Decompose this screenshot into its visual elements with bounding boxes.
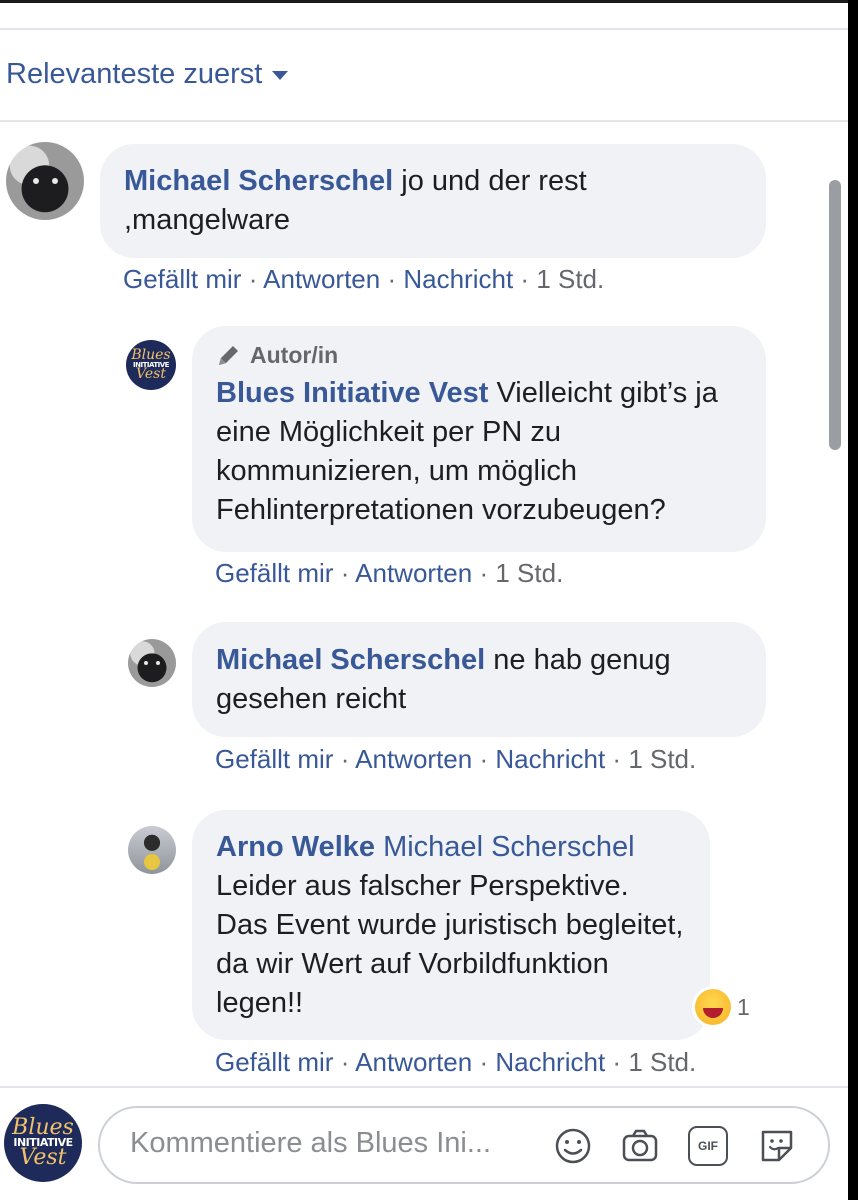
sort-label: Relevanteste zuerst — [6, 58, 263, 90]
like-link[interactable]: Gefällt mir — [123, 264, 241, 294]
comment-author[interactable]: Arno Welke — [216, 831, 375, 863]
sticker-icon[interactable] — [757, 1126, 797, 1166]
scrollbar[interactable] — [829, 180, 841, 450]
avatar[interactable]: Blues INITIATIVE Vest — [126, 340, 176, 390]
avatar[interactable] — [128, 826, 176, 874]
mention-link[interactable]: Michael Scherschel — [383, 831, 634, 863]
reply-link[interactable]: Antworten — [355, 1047, 472, 1077]
reply-link[interactable]: Antworten — [355, 558, 472, 588]
emoji-icon[interactable] — [553, 1126, 593, 1166]
author-badge: Autor/in — [216, 338, 742, 372]
comment-actions: Gefällt mir · Antworten · Nachricht · 1 … — [215, 744, 697, 774]
comment-actions: Gefällt mir · Antworten · Nachricht · 1 … — [123, 264, 605, 294]
screen-edge — [848, 0, 858, 1200]
reaction-summary[interactable]: 1 — [692, 986, 758, 1028]
comment-text: Leider aus falscher Perspektive. Das Eve… — [216, 870, 684, 1019]
comment-bubble: Michael Scherschel jo und der rest ,mang… — [100, 144, 766, 258]
message-link[interactable]: Nachricht — [495, 1047, 605, 1077]
comment-author[interactable]: Michael Scherschel — [216, 644, 485, 676]
comment-author[interactable]: Blues Initiative Vest — [216, 377, 488, 409]
message-link[interactable]: Nachricht — [495, 744, 605, 774]
sort-dropdown[interactable]: Relevanteste zuerst — [6, 58, 289, 91]
gif-icon[interactable]: GIF — [688, 1126, 728, 1166]
comment-bubble: Autor/in Blues Initiative Vest Vielleich… — [192, 326, 766, 552]
comments-screen: Relevanteste zuerst Michael Scherschel j… — [0, 0, 848, 1202]
top-strip — [0, 0, 848, 30]
divider — [0, 120, 848, 122]
comment-bubble: Arno Welke Michael Scherschel Leider aus… — [192, 810, 710, 1040]
reaction-count: 1 — [737, 993, 750, 1020]
haha-emoji-icon — [695, 989, 731, 1025]
comment-input-placeholder: Kommentiere als Blues Ini... — [130, 1127, 492, 1159]
message-link[interactable]: Nachricht — [403, 264, 513, 294]
comment-time: 1 Std. — [495, 558, 564, 588]
avatar[interactable] — [6, 142, 84, 220]
composer-avatar: Blues INITIATIVE Vest — [4, 1104, 82, 1182]
comment-bubble: Michael Scherschel ne hab genug gesehen … — [192, 622, 766, 737]
comment-time: 1 Std. — [628, 1047, 697, 1077]
comment-time: 1 Std. — [628, 744, 697, 774]
comment-author[interactable]: Michael Scherschel — [124, 165, 393, 197]
comment-time: 1 Std. — [536, 264, 605, 294]
like-link[interactable]: Gefällt mir — [215, 744, 333, 774]
author-badge-label: Autor/in — [250, 341, 339, 368]
comment-actions: Gefällt mir · Antworten · Nachricht · 1 … — [215, 1047, 697, 1077]
like-link[interactable]: Gefällt mir — [215, 1047, 333, 1077]
comment-actions: Gefällt mir · Antworten · 1 Std. — [215, 558, 564, 588]
camera-icon[interactable] — [620, 1126, 660, 1166]
reply-link[interactable]: Antworten — [263, 264, 380, 294]
pencil-icon — [219, 346, 238, 365]
avatar[interactable] — [128, 639, 176, 687]
like-link[interactable]: Gefällt mir — [215, 558, 333, 588]
caret-down-icon — [272, 71, 289, 80]
reply-link[interactable]: Antworten — [355, 744, 472, 774]
